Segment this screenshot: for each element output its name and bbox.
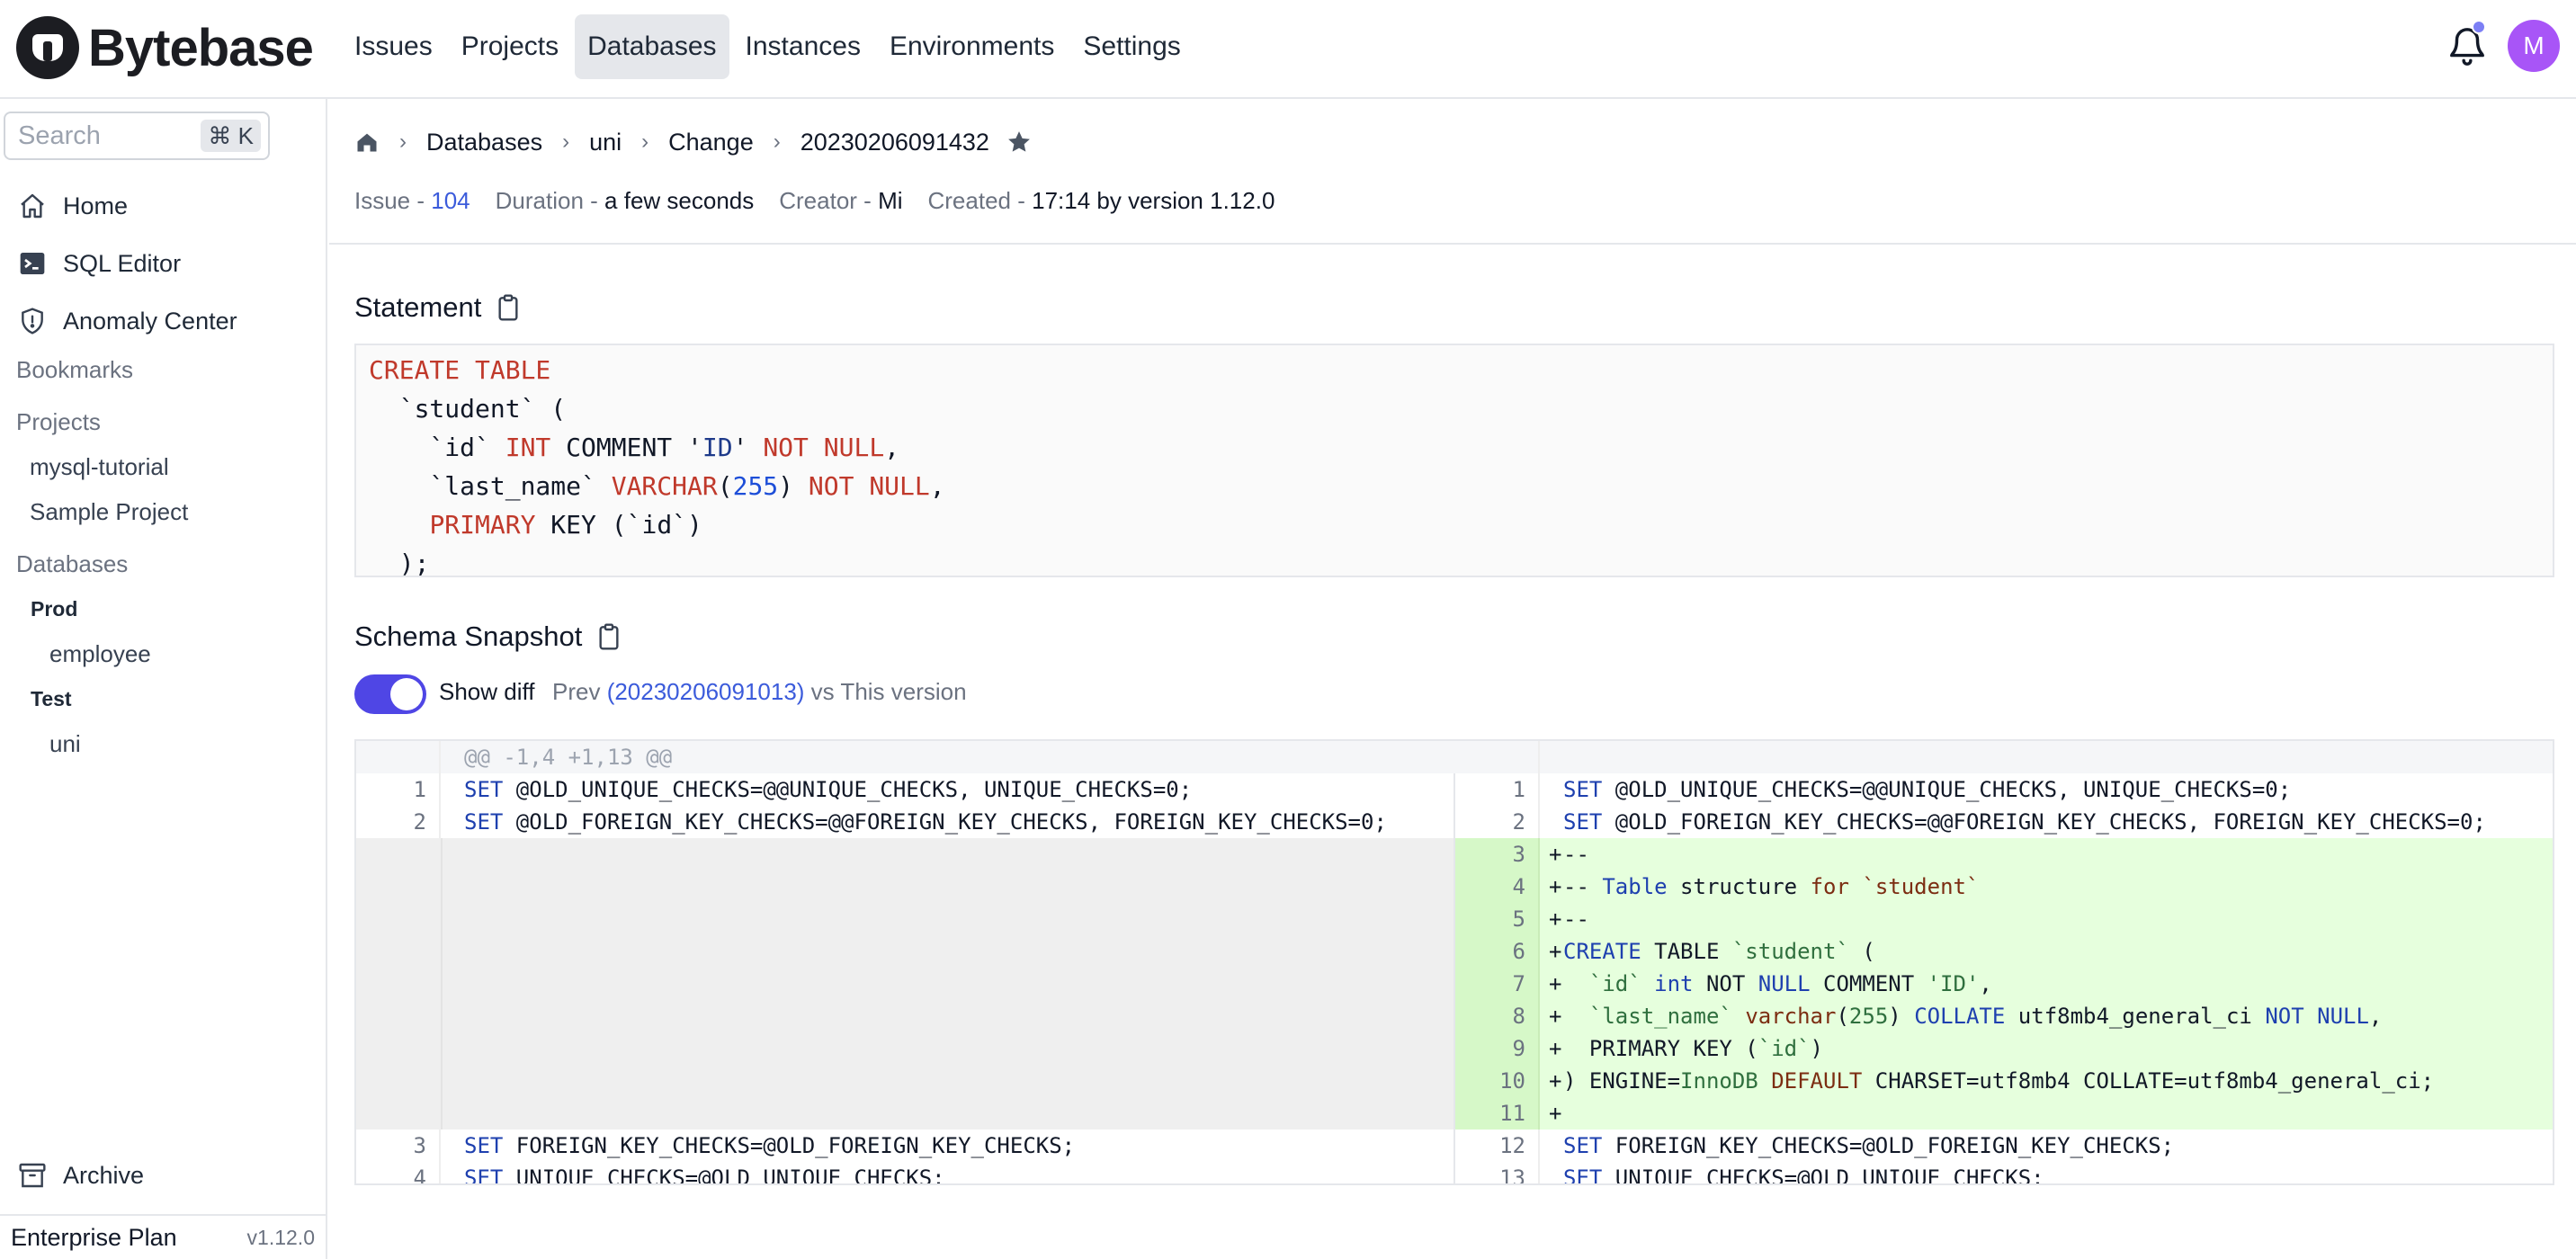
diff-added-line: 8 + `last_name` varchar(255) COLLATE utf8… <box>1455 1000 2553 1032</box>
breadcrumb-version: 20230206091432 <box>800 128 989 156</box>
sidebar-project-item[interactable]: Sample Project <box>30 498 188 526</box>
chevron-right-icon: › <box>562 129 570 154</box>
diff-added-line: 4 + -- Table structure for `student` <box>1455 871 2553 903</box>
nav-databases[interactable]: Databases <box>575 14 729 79</box>
sidebar-item-label: Anomaly Center <box>63 307 237 335</box>
diff-added-line: 6 + CREATE TABLE `student` ( <box>1455 935 2553 968</box>
diff-added-line: 7 + `id` int NOT NULL COMMENT 'ID', <box>1455 968 2553 1000</box>
schema-snapshot-section-title: Schema Snapshot <box>354 621 623 653</box>
show-diff-label: Show diff <box>439 678 535 705</box>
archive-icon <box>16 1159 49 1192</box>
meta-created: Created - 17:14 by version 1.12.0 <box>927 187 1275 214</box>
chevron-right-icon: › <box>399 129 407 154</box>
search-shortcut-badge: ⌘ K <box>201 120 261 152</box>
clipboard-icon[interactable] <box>595 621 623 653</box>
prev-version-link[interactable]: (20230206091013) <box>607 678 805 705</box>
diff-hunk-header: @@ -1,4 +1,13 @@ <box>356 741 1455 773</box>
top-navigation: Bytebase Issues Projects Databases Insta… <box>0 0 2576 99</box>
statement-section-title: Statement <box>354 291 523 324</box>
diff-added-line: 10 +) ENGINE=InnoDB DEFAULT CHARSET=utf8m… <box>1455 1065 2553 1097</box>
breadcrumb: › Databases › uni › Change › 20230206091… <box>354 124 1033 160</box>
breadcrumb-databases[interactable]: Databases <box>426 129 542 156</box>
databases-heading: Databases <box>16 550 129 577</box>
diff-empty-block <box>356 838 1453 1130</box>
diff-added-line: 5 + -- <box>1455 903 2553 935</box>
sidebar: Search ⌘ K Home SQL Editor Anomaly Cente… <box>0 99 327 1259</box>
app-version: v1.12.0 <box>246 1225 315 1249</box>
sidebar-item-label: Archive <box>63 1161 145 1189</box>
nav-settings[interactable]: Settings <box>1070 14 1193 79</box>
diff-hunk-header <box>1455 741 2553 773</box>
projects-heading: Projects <box>16 408 101 435</box>
sidebar-item-label: SQL Editor <box>63 249 182 277</box>
diff-added-line: 9 + PRIMARY KEY (`id`) <box>1455 1032 2553 1065</box>
star-icon[interactable] <box>1006 129 1033 156</box>
sidebar-item-sql-editor[interactable]: SQL Editor <box>16 241 181 286</box>
sidebar-project-item[interactable]: mysql-tutorial <box>30 453 169 481</box>
meta-duration: Duration - a few seconds <box>495 187 755 214</box>
breadcrumb-change[interactable]: Change <box>668 129 754 156</box>
sidebar-database-employee[interactable]: employee <box>49 640 151 668</box>
environment-prod: Prod <box>31 597 78 621</box>
home-icon[interactable] <box>354 129 380 155</box>
nav-projects[interactable]: Projects <box>449 14 571 79</box>
bytebase-logo[interactable]: Bytebase <box>16 16 314 79</box>
sidebar-item-archive[interactable]: Archive <box>16 1153 144 1198</box>
show-diff-toggle[interactable] <box>354 674 426 714</box>
diff-left-pane: @@ -1,4 +1,13 @@ 1 SET @OLD_UNIQUE_CHECK… <box>356 741 1455 1183</box>
nav-issues[interactable]: Issues <box>342 14 445 79</box>
meta-creator: Creator - Mi <box>779 187 903 214</box>
clipboard-icon[interactable] <box>494 291 523 324</box>
issue-link[interactable]: 104 <box>431 187 470 214</box>
change-meta: Issue - 104 Duration - a few seconds Cre… <box>354 187 1275 215</box>
chevron-right-icon: › <box>641 129 649 154</box>
nav-instances[interactable]: Instances <box>733 14 873 79</box>
sidebar-item-label: Home <box>63 192 129 219</box>
terminal-icon <box>16 247 49 280</box>
sidebar-item-anomaly-center[interactable]: Anomaly Center <box>16 299 237 344</box>
bookmarks-heading: Bookmarks <box>16 356 134 383</box>
divider <box>329 243 2576 245</box>
bytebase-logo-icon <box>16 16 79 79</box>
notification-dot <box>2472 20 2486 34</box>
diff-line: 12 SET FOREIGN_KEY_CHECKS=@OLD_FOREIGN_K… <box>1455 1130 2553 1162</box>
diff-line: 4 SET UNIQUE_CHECKS=@OLD_UNIQUE_CHECKS; <box>356 1162 1455 1183</box>
chevron-right-icon: › <box>773 129 781 154</box>
diff-line: 1 SET @OLD_UNIQUE_CHECKS=@@UNIQUE_CHECKS… <box>1455 773 2553 806</box>
plan-name[interactable]: Enterprise Plan <box>11 1224 177 1252</box>
diff-right-pane: 1 SET @OLD_UNIQUE_CHECKS=@@UNIQUE_CHECKS… <box>1455 741 2553 1183</box>
diff-line: 2 SET @OLD_FOREIGN_KEY_CHECKS=@@FOREIGN_… <box>1455 806 2553 838</box>
app-name: Bytebase <box>88 18 314 77</box>
home-icon <box>16 190 49 222</box>
diff-line: 1 SET @OLD_UNIQUE_CHECKS=@@UNIQUE_CHECKS… <box>356 773 1455 806</box>
shield-icon <box>16 305 49 337</box>
breadcrumb-database-uni[interactable]: uni <box>589 129 622 156</box>
nav-environments[interactable]: Environments <box>877 14 1067 79</box>
diff-added-line: 11 + <box>1455 1097 2553 1130</box>
diff-line: 13 SET UNIQUE_CHECKS=@OLD_UNIQUE_CHECKS; <box>1455 1162 2553 1183</box>
statement-code-block[interactable]: CREATE TABLE `student` ( `id` INT COMMEN… <box>354 344 2554 578</box>
diff-line: 2 SET @OLD_FOREIGN_KEY_CHECKS=@@FOREIGN_… <box>356 806 1455 838</box>
diff-added-line: 3 + -- <box>1455 838 2553 871</box>
sidebar-database-uni[interactable]: uni <box>49 730 81 758</box>
diff-line: 3 SET FOREIGN_KEY_CHECKS=@OLD_FOREIGN_KE… <box>356 1130 1455 1162</box>
diff-compare-text: Prev (20230206091013) vs This version <box>552 678 967 705</box>
schema-diff-viewer[interactable]: @@ -1,4 +1,13 @@ 1 SET @OLD_UNIQUE_CHECK… <box>354 739 2554 1185</box>
plan-bar: Enterprise Plan v1.12.0 <box>0 1214 326 1259</box>
search-input[interactable]: Search ⌘ K <box>4 112 270 160</box>
user-avatar[interactable]: M <box>2508 20 2560 72</box>
meta-issue: Issue - 104 <box>354 187 470 214</box>
sidebar-item-home[interactable]: Home <box>16 183 128 228</box>
environment-test: Test <box>31 687 72 710</box>
main-nav: Issues Projects Databases Instances Envi… <box>342 14 1194 79</box>
search-placeholder: Search <box>18 121 101 150</box>
main-content: › Databases › uni › Change › 20230206091… <box>329 99 2576 1259</box>
